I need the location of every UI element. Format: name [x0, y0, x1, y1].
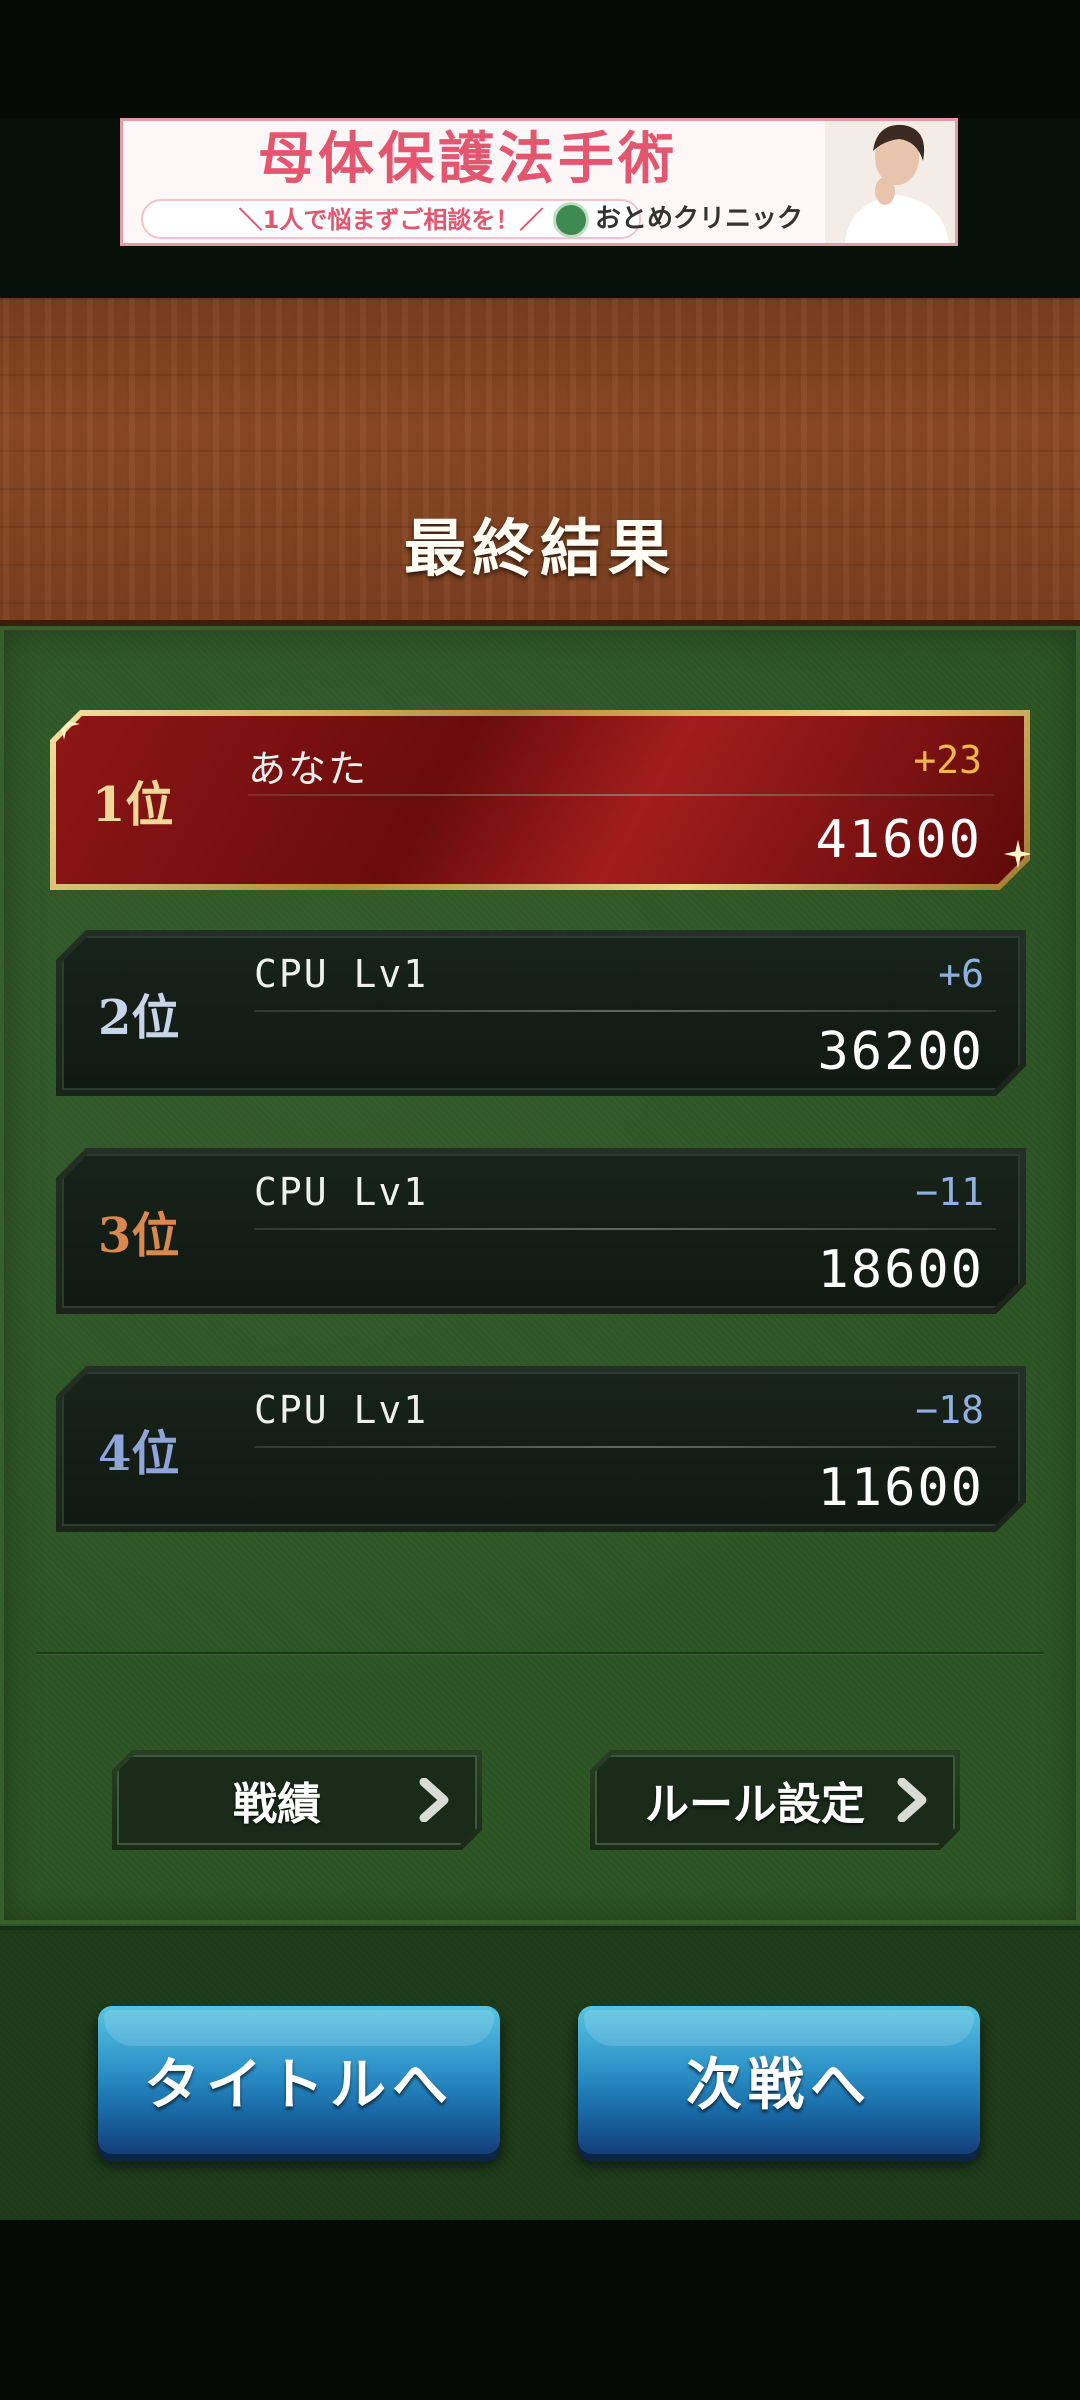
ad-banner[interactable]: 母体保護法手術 ＼1人で悩まずご相談を！／ おとめクリニック [120, 118, 958, 246]
rules-button[interactable]: ルール設定 [590, 1750, 960, 1850]
ad-clinic: おとめクリニック [553, 201, 804, 238]
chevron-right-icon [892, 1778, 932, 1822]
player-name: あなた [248, 747, 369, 791]
row-separator [248, 794, 994, 796]
rank-label: 4位 [98, 1426, 180, 1482]
section-divider [36, 1652, 1044, 1654]
final-score: 41600 [815, 810, 982, 870]
point-diff: −18 [915, 1388, 984, 1432]
rank-row-4: 4位 CPU Lv1 −18 11600 [56, 1366, 1026, 1532]
next-match-button[interactable]: 次戦へ [578, 2006, 980, 2154]
navigation-bar-area [0, 2220, 1080, 2400]
point-diff: +6 [938, 952, 984, 996]
player-name: CPU Lv1 [254, 1388, 429, 1432]
player-name: CPU Lv1 [254, 952, 429, 996]
row-separator [254, 1010, 996, 1012]
rank-row-3: 3位 CPU Lv1 −11 18600 [56, 1148, 1026, 1314]
rank-row-2: 2位 CPU Lv1 +6 36200 [56, 930, 1026, 1096]
record-button[interactable]: 戦績 [112, 1750, 482, 1850]
rank-row-1: 1位 あなた +23 41600 [50, 710, 1030, 890]
player-name: CPU Lv1 [254, 1170, 429, 1214]
row-separator [254, 1228, 996, 1230]
clinic-logo-icon [553, 201, 589, 238]
to-title-button[interactable]: タイトルへ [98, 2006, 500, 2154]
ad-clinic-name: おとめクリニック [595, 204, 804, 234]
rules-button-label: ルール設定 [645, 1779, 865, 1830]
row-separator [254, 1446, 996, 1448]
final-score: 11600 [817, 1458, 984, 1518]
page-title: 最終結果 [403, 512, 676, 585]
point-diff: +23 [913, 738, 982, 782]
ad-headline: 母体保護法手術 [258, 127, 678, 192]
point-diff: −11 [915, 1170, 984, 1214]
chevron-right-icon [414, 1778, 454, 1822]
final-score: 18600 [817, 1240, 984, 1300]
ad-person-image [825, 121, 955, 243]
rank-label: 3位 [98, 1208, 180, 1264]
rank-label: 1位 [92, 777, 174, 833]
record-button-label: 戦績 [233, 1779, 321, 1830]
final-score: 36200 [817, 1022, 984, 1082]
rank-label: 2位 [98, 990, 180, 1046]
